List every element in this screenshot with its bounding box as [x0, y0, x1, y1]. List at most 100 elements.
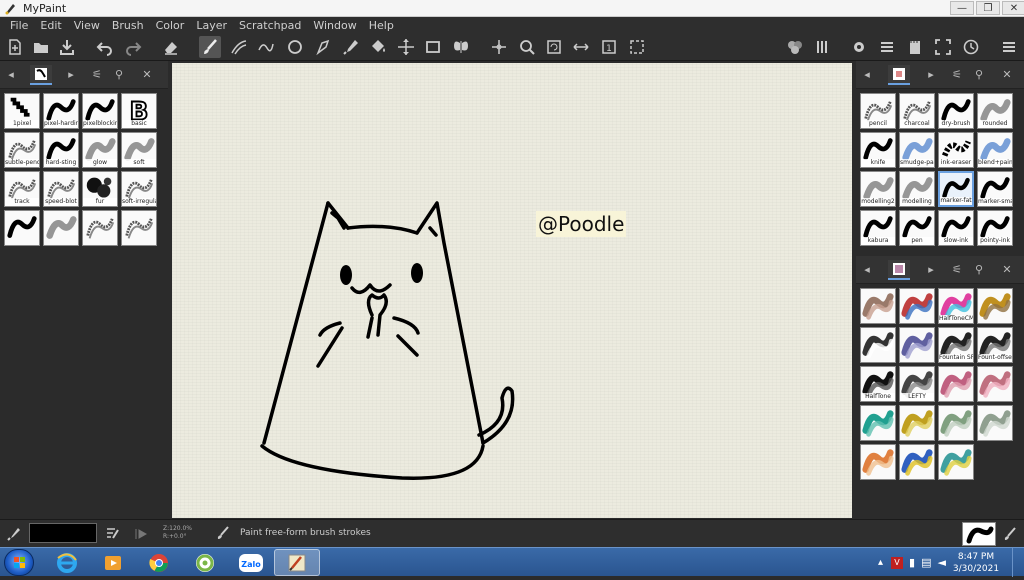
lines-tool-icon[interactable]	[228, 36, 250, 58]
battery-icon[interactable]: ▮	[909, 556, 915, 569]
ellipse-tool-icon[interactable]	[284, 36, 306, 58]
tray-expand-icon[interactable]: ▴	[878, 557, 883, 568]
brush-item-1[interactable]	[899, 288, 935, 324]
menu-window[interactable]: Window	[307, 19, 362, 32]
color-picker-icon[interactable]	[340, 36, 362, 58]
brush-kabura[interactable]: kabura	[860, 210, 896, 246]
reset-view-icon[interactable]: 1	[598, 36, 620, 58]
scratchpad-icon[interactable]	[904, 36, 926, 58]
brush-item-16[interactable]	[860, 444, 896, 480]
menu-file[interactable]: File	[4, 19, 34, 32]
drawing-canvas[interactable]: @Poodle	[172, 63, 852, 518]
brush-knife[interactable]: knife	[860, 132, 896, 168]
brush-track[interactable]: track	[4, 171, 40, 207]
chrome-icon[interactable]	[136, 549, 182, 576]
brush-item-5[interactable]	[899, 327, 935, 363]
move-layer-icon[interactable]	[395, 36, 417, 58]
brush-tool-icon[interactable]	[199, 36, 221, 58]
brush-smudge-paint[interactable]: smudge-paint	[899, 132, 935, 168]
brush-pencil[interactable]: pencil	[860, 93, 896, 129]
brush-fur[interactable]: fur	[82, 171, 118, 207]
zoom-view-icon[interactable]	[516, 36, 538, 58]
color-picker-icon[interactable]	[6, 526, 22, 542]
brush-ink-eraser[interactable]: ink-eraser	[938, 132, 974, 168]
rotate-view-icon[interactable]	[543, 36, 565, 58]
coccoc-icon[interactable]	[182, 549, 228, 576]
brush-speed-blot[interactable]: speed-blot	[43, 171, 79, 207]
menu-brush[interactable]: Brush	[106, 19, 150, 32]
inking-tool-icon[interactable]	[312, 36, 334, 58]
show-desktop-button[interactable]	[1012, 548, 1024, 577]
network-icon[interactable]: ▤	[921, 556, 931, 569]
brush-pointy-ink[interactable]: pointy-ink	[977, 210, 1013, 246]
brush-settings-icon[interactable]	[812, 36, 834, 58]
undo-icon[interactable]	[94, 36, 116, 58]
menu-edit[interactable]: Edit	[34, 19, 67, 32]
brush-editor-icon[interactable]	[1002, 526, 1018, 542]
close-button[interactable]: ✕	[1002, 1, 1024, 15]
brush-item-12[interactable]	[4, 210, 40, 246]
new-file-icon[interactable]	[4, 36, 26, 58]
brush-rounded[interactable]: rounded	[977, 93, 1013, 129]
close-icon[interactable]: ✕	[996, 260, 1018, 280]
menu-layer[interactable]: Layer	[190, 19, 233, 32]
tab-brushes[interactable]	[30, 64, 52, 85]
current-color-swatch[interactable]	[29, 523, 97, 543]
brush-item-3[interactable]	[977, 288, 1013, 324]
brush-HalfToneCMY[interactable]: HalfToneCMY	[938, 288, 974, 324]
brush-subtle-pencil[interactable]: subtle-pencil	[4, 132, 40, 168]
brush-modelling[interactable]: modelling	[899, 171, 935, 207]
options-icon[interactable]: ⚲	[108, 65, 130, 85]
layers-icon[interactable]	[876, 36, 898, 58]
minimize-button[interactable]: —	[950, 1, 974, 15]
brush-item-15[interactable]	[121, 210, 157, 246]
menu-view[interactable]: View	[68, 19, 106, 32]
start-button[interactable]	[4, 549, 34, 576]
menu-icon[interactable]	[998, 36, 1020, 58]
brush-pixelblocking[interactable]: pixelblocking	[82, 93, 118, 129]
tab-brushes-right-2[interactable]	[888, 259, 910, 280]
history-icon[interactable]	[960, 36, 982, 58]
fit-view-icon[interactable]	[626, 36, 648, 58]
volume-icon[interactable]: ◄	[938, 556, 946, 569]
brush-blend+paint[interactable]: blend+paint	[977, 132, 1013, 168]
brush-marker-small[interactable]: marker-small	[977, 171, 1013, 207]
brush-LEFTY[interactable]: LEFTY	[899, 366, 935, 402]
mypaint-taskbar-icon[interactable]	[274, 549, 320, 576]
current-brush-preview[interactable]	[962, 522, 996, 546]
maximize-button[interactable]: ❐	[976, 1, 1000, 15]
pan-view-icon[interactable]	[488, 36, 510, 58]
fullscreen-icon[interactable]	[932, 36, 954, 58]
save-file-icon[interactable]	[56, 36, 78, 58]
brush-soft-irregular[interactable]: soft-irregular	[121, 171, 157, 207]
options-icon[interactable]: ⚲	[968, 65, 990, 85]
zalo-icon[interactable]: Zalo	[228, 549, 274, 576]
brush-soft[interactable]: soft	[121, 132, 157, 168]
brush-item-11[interactable]	[977, 366, 1013, 402]
brush-item-10[interactable]	[938, 366, 974, 402]
freehand-tool-icon[interactable]	[255, 36, 277, 58]
menu-help[interactable]: Help	[363, 19, 400, 32]
brush-hard-sting[interactable]: hard-sting	[43, 132, 79, 168]
tab-scroll-right[interactable]: ▸	[920, 65, 942, 85]
mirror-view-icon[interactable]	[570, 36, 592, 58]
brush-item-13[interactable]	[43, 210, 79, 246]
brush-item-4[interactable]	[860, 327, 896, 363]
tab-scroll-left[interactable]: ◂	[856, 65, 878, 85]
brush-modelling2[interactable]: modelling2	[860, 171, 896, 207]
brush-HalfTone[interactable]: HalfTone	[860, 366, 896, 402]
gear-icon[interactable]	[848, 36, 870, 58]
tab-scroll-left[interactable]: ◂	[856, 260, 878, 280]
fill-tool-icon[interactable]	[367, 36, 389, 58]
close-icon[interactable]: ✕	[996, 65, 1018, 85]
brush-charcoal[interactable]: charcoal	[899, 93, 935, 129]
tab-scroll-right[interactable]: ▸	[920, 260, 942, 280]
brush-pen[interactable]: pen	[899, 210, 935, 246]
tab-scroll-right[interactable]: ▸	[60, 65, 82, 85]
media-player-icon[interactable]	[90, 549, 136, 576]
eraser-icon[interactable]	[160, 36, 182, 58]
brush-Fount-offset[interactable]: Fount-offset	[977, 327, 1013, 363]
brush-glow[interactable]: glow	[82, 132, 118, 168]
brush-item-14[interactable]	[938, 405, 974, 441]
brush-item-17[interactable]	[899, 444, 935, 480]
